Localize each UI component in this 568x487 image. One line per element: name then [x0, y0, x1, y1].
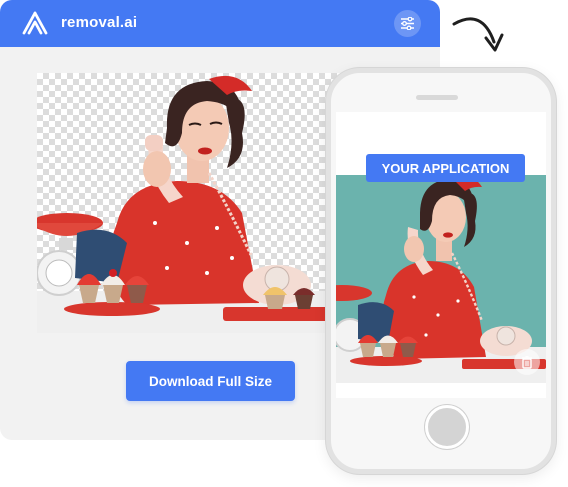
- retro-woman-teal-photo: [336, 175, 546, 383]
- phone-speaker: [416, 95, 458, 100]
- settings-button[interactable]: [394, 10, 421, 37]
- download-full-size-button[interactable]: Download Full Size: [126, 361, 295, 401]
- phone-screen: YOUR APPLICATION: [336, 112, 546, 398]
- transparent-result-image: [37, 73, 373, 333]
- sliders-icon: [401, 17, 414, 30]
- your-application-badge: YOUR APPLICATION: [366, 154, 525, 182]
- retro-woman-phone-photo: [37, 75, 373, 333]
- phone-result-photo: [336, 175, 546, 383]
- brand-name: removal.ai: [61, 14, 138, 31]
- removal-logo-icon: [22, 11, 48, 35]
- curved-arrow-icon: [452, 17, 504, 52]
- phone-home-button[interactable]: [425, 405, 469, 449]
- phone-mockup: YOUR APPLICATION: [326, 68, 556, 474]
- trash-icon: [522, 356, 532, 369]
- app-header: removal.ai: [0, 0, 440, 47]
- delete-button[interactable]: [514, 349, 540, 375]
